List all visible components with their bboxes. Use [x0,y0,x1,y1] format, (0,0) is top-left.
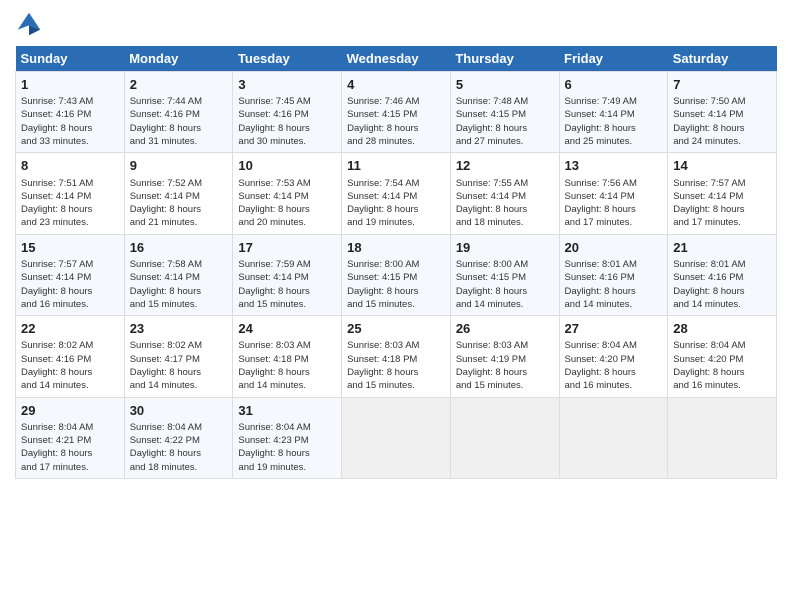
day-number: 15 [21,239,119,257]
day-number: 18 [347,239,445,257]
calendar-cell: 27Sunrise: 8:04 AMSunset: 4:20 PMDayligh… [559,316,668,397]
calendar-cell: 20Sunrise: 8:01 AMSunset: 4:16 PMDayligh… [559,234,668,315]
calendar-cell: 10Sunrise: 7:53 AMSunset: 4:14 PMDayligh… [233,153,342,234]
day-number: 7 [673,76,771,94]
calendar-table: SundayMondayTuesdayWednesdayThursdayFrid… [15,46,777,479]
calendar-body: 1Sunrise: 7:43 AMSunset: 4:16 PMDaylight… [16,72,777,479]
day-number: 6 [565,76,663,94]
header-cell-tuesday: Tuesday [233,46,342,72]
calendar-cell: 3Sunrise: 7:45 AMSunset: 4:16 PMDaylight… [233,72,342,153]
calendar-cell: 4Sunrise: 7:46 AMSunset: 4:15 PMDaylight… [342,72,451,153]
calendar-cell: 25Sunrise: 8:03 AMSunset: 4:18 PMDayligh… [342,316,451,397]
day-number: 21 [673,239,771,257]
calendar-cell: 31Sunrise: 8:04 AMSunset: 4:23 PMDayligh… [233,397,342,478]
calendar-cell: 1Sunrise: 7:43 AMSunset: 4:16 PMDaylight… [16,72,125,153]
header-cell-sunday: Sunday [16,46,125,72]
calendar-cell [668,397,777,478]
day-number: 20 [565,239,663,257]
day-number: 1 [21,76,119,94]
calendar-cell: 19Sunrise: 8:00 AMSunset: 4:15 PMDayligh… [450,234,559,315]
page-container: SundayMondayTuesdayWednesdayThursdayFrid… [0,0,792,489]
calendar-cell: 17Sunrise: 7:59 AMSunset: 4:14 PMDayligh… [233,234,342,315]
day-number: 31 [238,402,336,420]
calendar-cell: 14Sunrise: 7:57 AMSunset: 4:14 PMDayligh… [668,153,777,234]
day-number: 3 [238,76,336,94]
calendar-cell: 29Sunrise: 8:04 AMSunset: 4:21 PMDayligh… [16,397,125,478]
calendar-cell: 15Sunrise: 7:57 AMSunset: 4:14 PMDayligh… [16,234,125,315]
calendar-cell: 12Sunrise: 7:55 AMSunset: 4:14 PMDayligh… [450,153,559,234]
calendar-week-3: 15Sunrise: 7:57 AMSunset: 4:14 PMDayligh… [16,234,777,315]
day-number: 26 [456,320,554,338]
calendar-cell: 16Sunrise: 7:58 AMSunset: 4:14 PMDayligh… [124,234,233,315]
header-cell-friday: Friday [559,46,668,72]
calendar-cell: 18Sunrise: 8:00 AMSunset: 4:15 PMDayligh… [342,234,451,315]
day-number: 24 [238,320,336,338]
day-number: 16 [130,239,228,257]
page-header [15,10,777,38]
day-number: 27 [565,320,663,338]
calendar-cell: 2Sunrise: 7:44 AMSunset: 4:16 PMDaylight… [124,72,233,153]
calendar-cell: 6Sunrise: 7:49 AMSunset: 4:14 PMDaylight… [559,72,668,153]
calendar-week-4: 22Sunrise: 8:02 AMSunset: 4:16 PMDayligh… [16,316,777,397]
day-number: 28 [673,320,771,338]
logo [15,10,47,38]
day-number: 22 [21,320,119,338]
calendar-cell: 13Sunrise: 7:56 AMSunset: 4:14 PMDayligh… [559,153,668,234]
calendar-cell: 21Sunrise: 8:01 AMSunset: 4:16 PMDayligh… [668,234,777,315]
calendar-cell: 22Sunrise: 8:02 AMSunset: 4:16 PMDayligh… [16,316,125,397]
day-number: 19 [456,239,554,257]
calendar-week-1: 1Sunrise: 7:43 AMSunset: 4:16 PMDaylight… [16,72,777,153]
day-number: 10 [238,157,336,175]
calendar-week-5: 29Sunrise: 8:04 AMSunset: 4:21 PMDayligh… [16,397,777,478]
calendar-cell: 24Sunrise: 8:03 AMSunset: 4:18 PMDayligh… [233,316,342,397]
day-number: 8 [21,157,119,175]
day-number: 9 [130,157,228,175]
calendar-cell: 9Sunrise: 7:52 AMSunset: 4:14 PMDaylight… [124,153,233,234]
day-number: 23 [130,320,228,338]
calendar-cell [450,397,559,478]
logo-icon [15,10,43,38]
day-number: 30 [130,402,228,420]
calendar-cell [559,397,668,478]
day-number: 13 [565,157,663,175]
day-number: 29 [21,402,119,420]
calendar-cell: 11Sunrise: 7:54 AMSunset: 4:14 PMDayligh… [342,153,451,234]
day-number: 2 [130,76,228,94]
header-cell-monday: Monday [124,46,233,72]
day-number: 14 [673,157,771,175]
calendar-cell: 5Sunrise: 7:48 AMSunset: 4:15 PMDaylight… [450,72,559,153]
day-number: 11 [347,157,445,175]
calendar-cell: 8Sunrise: 7:51 AMSunset: 4:14 PMDaylight… [16,153,125,234]
calendar-cell: 26Sunrise: 8:03 AMSunset: 4:19 PMDayligh… [450,316,559,397]
header-cell-wednesday: Wednesday [342,46,451,72]
calendar-week-2: 8Sunrise: 7:51 AMSunset: 4:14 PMDaylight… [16,153,777,234]
day-number: 4 [347,76,445,94]
calendar-cell [342,397,451,478]
header-cell-thursday: Thursday [450,46,559,72]
calendar-cell: 23Sunrise: 8:02 AMSunset: 4:17 PMDayligh… [124,316,233,397]
header-cell-saturday: Saturday [668,46,777,72]
day-number: 5 [456,76,554,94]
day-number: 25 [347,320,445,338]
calendar-cell: 7Sunrise: 7:50 AMSunset: 4:14 PMDaylight… [668,72,777,153]
calendar-cell: 28Sunrise: 8:04 AMSunset: 4:20 PMDayligh… [668,316,777,397]
calendar-cell: 30Sunrise: 8:04 AMSunset: 4:22 PMDayligh… [124,397,233,478]
day-number: 17 [238,239,336,257]
calendar-header-row: SundayMondayTuesdayWednesdayThursdayFrid… [16,46,777,72]
day-number: 12 [456,157,554,175]
